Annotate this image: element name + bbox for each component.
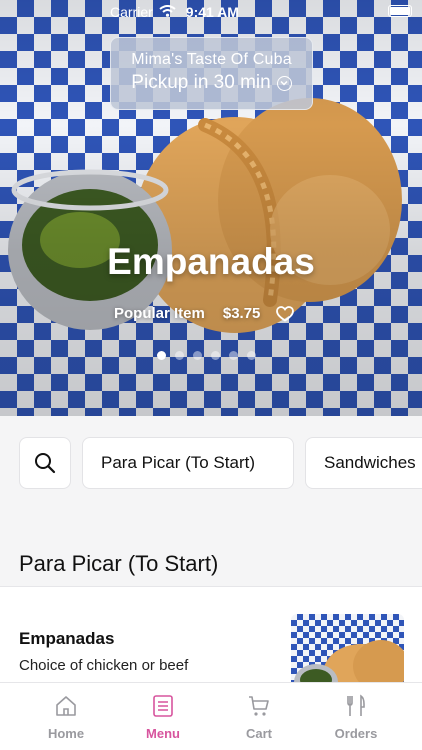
- carousel-dots[interactable]: [157, 351, 256, 360]
- store-name: Mima's Taste Of Cuba: [131, 51, 292, 68]
- tab-home[interactable]: Home: [26, 693, 106, 741]
- cart-icon: [219, 693, 299, 719]
- tab-label: Cart: [245, 726, 272, 741]
- carousel-dot[interactable]: [175, 351, 184, 360]
- carousel-dot[interactable]: [157, 351, 166, 360]
- tab-label: Menu: [146, 726, 180, 741]
- store-selector[interactable]: Mima's Taste Of Cuba Pickup in 30 min: [110, 37, 313, 110]
- heart-icon[interactable]: [276, 305, 295, 322]
- menu-icon: [123, 693, 203, 719]
- wifi-icon: [159, 4, 176, 20]
- item-description: Choice of chicken or beef: [19, 657, 189, 674]
- app-screen: Carrier 9:41 AM Mima's Taste Of Cuba Pic…: [0, 0, 422, 750]
- menu-item-card[interactable]: Empanadas Choice of chicken or beef: [0, 587, 422, 694]
- carrier-label: Carrier: [110, 4, 153, 20]
- search-icon: [35, 453, 56, 474]
- battery-icon: [388, 5, 412, 17]
- clock: 9:41 AM: [185, 4, 239, 20]
- category-bar: Para Picar (To Start) Sandwiches: [0, 416, 422, 511]
- carousel-dot[interactable]: [247, 351, 256, 360]
- hero-banner[interactable]: Carrier 9:41 AM Mima's Taste Of Cuba Pic…: [0, 0, 422, 416]
- tab-menu[interactable]: Menu: [123, 693, 203, 741]
- section-title: Para Picar (To Start): [19, 551, 219, 576]
- tab-bar: Home Menu Cart Orders: [0, 682, 422, 750]
- pickup-label: Pickup in 30 min: [131, 72, 271, 93]
- item-name: Empanadas: [19, 629, 115, 648]
- tab-orders[interactable]: Orders: [316, 693, 396, 741]
- featured-item-title: Empanadas: [107, 241, 315, 282]
- status-bar: Carrier 9:41 AM: [0, 0, 422, 24]
- tab-label: Orders: [334, 726, 378, 741]
- tab-label: Home: [47, 726, 85, 741]
- popular-badge: Popular Item: [114, 305, 205, 322]
- featured-item-meta: Popular Item $3.75: [114, 305, 295, 322]
- search-button[interactable]: [19, 437, 71, 489]
- category-chip[interactable]: Sandwiches: [305, 437, 422, 489]
- carousel-dot[interactable]: [193, 351, 202, 360]
- home-icon: [26, 693, 106, 719]
- category-chip[interactable]: Para Picar (To Start): [82, 437, 294, 489]
- carousel-dot[interactable]: [211, 351, 220, 360]
- pickup-time[interactable]: Pickup in 30 min: [111, 72, 312, 94]
- orders-icon: [316, 693, 396, 719]
- chevron-down-icon: [276, 75, 292, 91]
- carousel-dot[interactable]: [229, 351, 238, 360]
- featured-item-price: $3.75: [222, 305, 261, 322]
- tab-cart[interactable]: Cart: [219, 693, 299, 741]
